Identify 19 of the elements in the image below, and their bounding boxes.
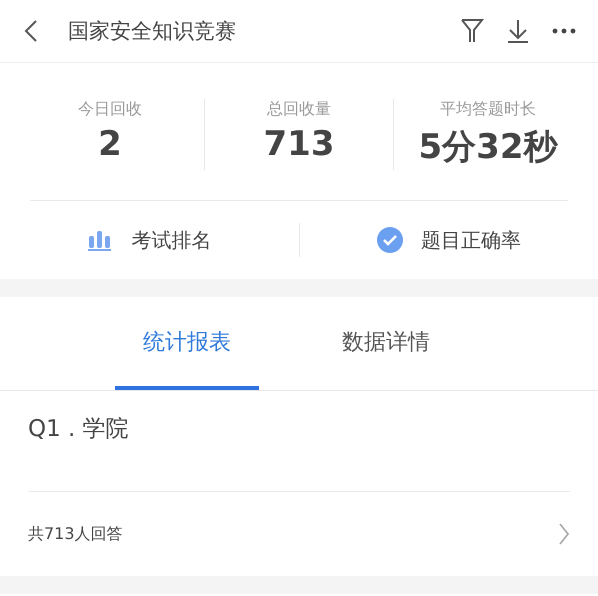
question-title: Q1 . 学院 — [27, 415, 130, 444]
stat-value: 713 — [264, 124, 334, 164]
bar-chart-icon — [87, 228, 114, 252]
more-icon[interactable] — [552, 28, 576, 34]
stat-value: 2 — [98, 124, 122, 164]
filter-icon[interactable] — [460, 18, 484, 44]
action-button[interactable]: 题目正确率 — [298, 223, 598, 257]
tab[interactable]: 统计报表 — [115, 297, 259, 390]
action-button[interactable]: 考试排名 — [0, 223, 298, 257]
stat-label: 总回收量 — [267, 99, 331, 120]
download-icon[interactable] — [506, 18, 530, 44]
stat-value: 5分32秒 — [418, 126, 558, 169]
back-icon[interactable] — [24, 19, 38, 43]
page-title: 国家安全知识竞赛 — [68, 18, 237, 45]
answer-count: 共713人回答 — [28, 524, 123, 544]
stat-label: 平均答题时长 — [440, 99, 536, 120]
tab[interactable]: 数据详情 — [314, 297, 458, 390]
stat-label: 今日回收 — [78, 99, 142, 120]
check-circle-icon — [376, 227, 403, 253]
